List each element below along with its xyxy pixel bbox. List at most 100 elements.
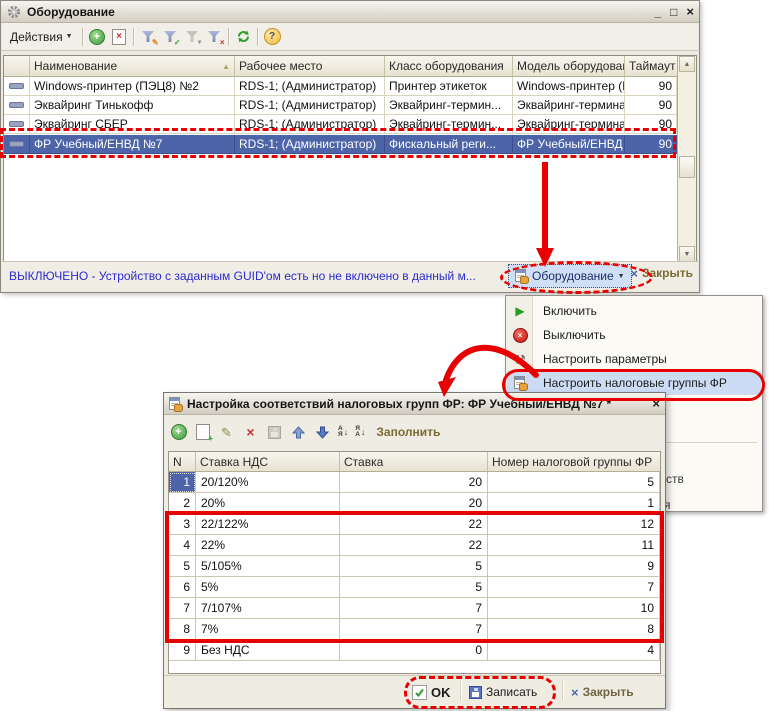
play-icon: ▶ [515,305,524,317]
toolbar-separator [133,28,135,46]
equipment-state-icon [9,121,24,127]
clear-filter-button[interactable]: × [206,28,223,45]
ok-button[interactable]: OK [412,681,451,703]
menu-item-configure-params[interactable]: ⚒ Настроить параметры [507,347,761,371]
dialog-close-footer-button[interactable]: × Закрыть [571,681,634,703]
close-button[interactable]: × Закрыть [630,266,693,280]
table-row[interactable]: Эквайринг Тинькофф RDS-1; (Администратор… [4,96,677,115]
tax-table-header: N Ставка НДС Ставка Номер налоговой груп… [169,452,660,472]
column-header-workplace[interactable]: Рабочее место [235,56,385,76]
form-hand-icon [169,397,182,411]
help-button[interactable]: ? [264,28,281,45]
column-header-class[interactable]: Класс оборудования [385,56,513,76]
close-window-button[interactable]: × [686,5,694,19]
table-row[interactable]: Эквайринг СБЕР RDS-1; (Администратор) Эк… [4,115,677,134]
row-icon-column-header [4,56,30,76]
move-down-button[interactable] [314,424,331,441]
move-up-button[interactable] [290,424,307,441]
sort-indicator-icon: ▲ [222,62,230,71]
toolbar-separator [82,28,84,46]
actions-menu-button[interactable]: Действия ▼ [6,28,77,46]
save-button[interactable]: Записать [469,681,537,703]
dialog-titlebar: Настройка соответствий налоговых групп Ф… [164,393,665,415]
chevron-down-icon: ▼ [197,39,203,47]
dialog-footer: OK Записать × Закрыть [164,675,665,708]
ok-check-icon [412,685,427,700]
add-row-button[interactable]: + [170,424,187,441]
main-toolbar: Действия ▼ + × ✎ ✓ ▼ × ? [2,23,698,51]
column-header-name[interactable]: Наименование ▲ [30,56,235,76]
chevron-down-icon: ▼ [618,273,625,280]
add-button[interactable]: + [89,28,106,45]
delete-mark-button[interactable]: × [111,28,128,45]
tax-table-row[interactable]: 8 7% 7 8 [169,619,660,640]
dialog-toolbar: + + ✎ × АЯ ↓ ЯА ↓ Заполнить [170,419,440,445]
tax-table-row[interactable]: 9 Без НДС 0 4 [169,640,660,661]
status-message: ВЫКЛЮЧЕНО - Устройство с заданным GUID'о… [9,269,476,283]
close-x-icon: × [630,267,638,280]
refresh-button[interactable] [235,28,252,45]
footer-separator [460,681,462,701]
status-bar: ВЫКЛЮЧЕНО - Устройство с заданным GUID'о… [2,261,698,291]
toolbar-separator [228,28,230,46]
pencil-badge-icon: ✎ [152,39,159,47]
minimize-button[interactable]: _ [654,5,661,19]
equipment-menu-button[interactable]: Оборудование ▼ [508,264,632,288]
equipment-table: Наименование ▲ Рабочее место Класс обору… [3,55,697,263]
form-hand-icon [514,376,527,390]
column-header-n[interactable]: N [169,452,196,471]
tax-table-row[interactable]: 5 5/105% 5 9 [169,556,660,577]
table-row[interactable]: Windows-принтер (ПЭЦ8) №2 RDS-1; (Админи… [4,77,677,96]
copy-row-button[interactable]: + [194,424,211,441]
delete-row-button[interactable]: × [242,424,259,441]
equipment-window: Оборудование _ □ × Действия ▼ + × ✎ ✓ ▼ … [0,0,700,293]
filter-by-value-button[interactable]: ✓ [162,28,179,45]
tax-table-row[interactable]: 6 5% 5 7 [169,577,660,598]
footer-separator [562,681,564,701]
tax-groups-dialog: Настройка соответствий налоговых групп Ф… [163,392,666,709]
equipment-state-icon [9,141,24,147]
form-hand-icon [515,269,528,283]
close-x-icon: × [571,686,579,699]
scroll-up-button[interactable]: ▲ [679,56,695,72]
hidden-menu-item-fragment: ств [666,472,684,486]
vertical-scrollbar[interactable]: ▲ ▼ [677,56,696,262]
tax-table-row[interactable]: 2 20% 20 1 [169,493,660,514]
tools-icon: ⚒ [514,353,526,366]
tax-table-row[interactable]: 4 22% 22 11 [169,535,660,556]
filter-history-button[interactable]: ▼ [184,28,201,45]
edit-row-button[interactable]: ✎ [218,424,235,441]
tax-table-row[interactable]: 7 7/107% 7 10 [169,598,660,619]
menu-item-enable[interactable]: ▶ Включить [507,299,761,323]
column-header-rate[interactable]: Ставка [340,452,488,471]
sort-ascending-button[interactable]: АЯ ↓ [338,426,348,439]
stop-icon: × [513,328,528,343]
scrollbar-thumb[interactable] [679,156,695,178]
pencil-icon: ✎ [221,426,232,439]
dialog-title: Настройка соответствий налоговых групп Ф… [187,397,611,411]
column-header-vat-rate[interactable]: Ставка НДС [196,452,340,471]
equipment-window-titlebar: Оборудование _ □ × [1,1,699,23]
check-badge-icon: ✓ [174,39,181,47]
equipment-gear-icon [6,4,22,20]
filter-sort-button[interactable]: ✎ [140,28,157,45]
floppy-icon [469,686,482,699]
equipment-table-header: Наименование ▲ Рабочее место Класс обору… [4,56,677,77]
scroll-down-button[interactable]: ▼ [679,246,695,262]
tax-groups-table: N Ставка НДС Ставка Номер налоговой груп… [168,451,661,674]
table-row-selected[interactable]: ФР Учебный/ЕНВД №7 RDS-1; (Администратор… [4,135,677,154]
chevron-down-icon: ▼ [66,33,73,40]
sort-descending-button[interactable]: ЯА ↓ [355,426,365,439]
window-title: Оборудование [27,5,115,19]
tax-table-row[interactable]: 1 20/120% 20 5 [169,472,660,493]
column-header-model[interactable]: Модель оборудован... [513,56,625,76]
tax-table-row[interactable]: 3 22/122% 22 12 [169,514,660,535]
menu-item-disable[interactable]: × Выключить [507,323,761,347]
column-header-timeout[interactable]: Таймаут [625,56,677,76]
maximize-button[interactable]: □ [670,5,677,19]
end-edit-button-disabled[interactable] [266,424,283,441]
fill-button[interactable]: Заполнить [376,425,440,439]
dialog-close-button[interactable]: × [652,397,660,411]
column-header-tax-group[interactable]: Номер налоговой группы ФР [488,452,660,471]
toolbar-separator [257,28,259,46]
